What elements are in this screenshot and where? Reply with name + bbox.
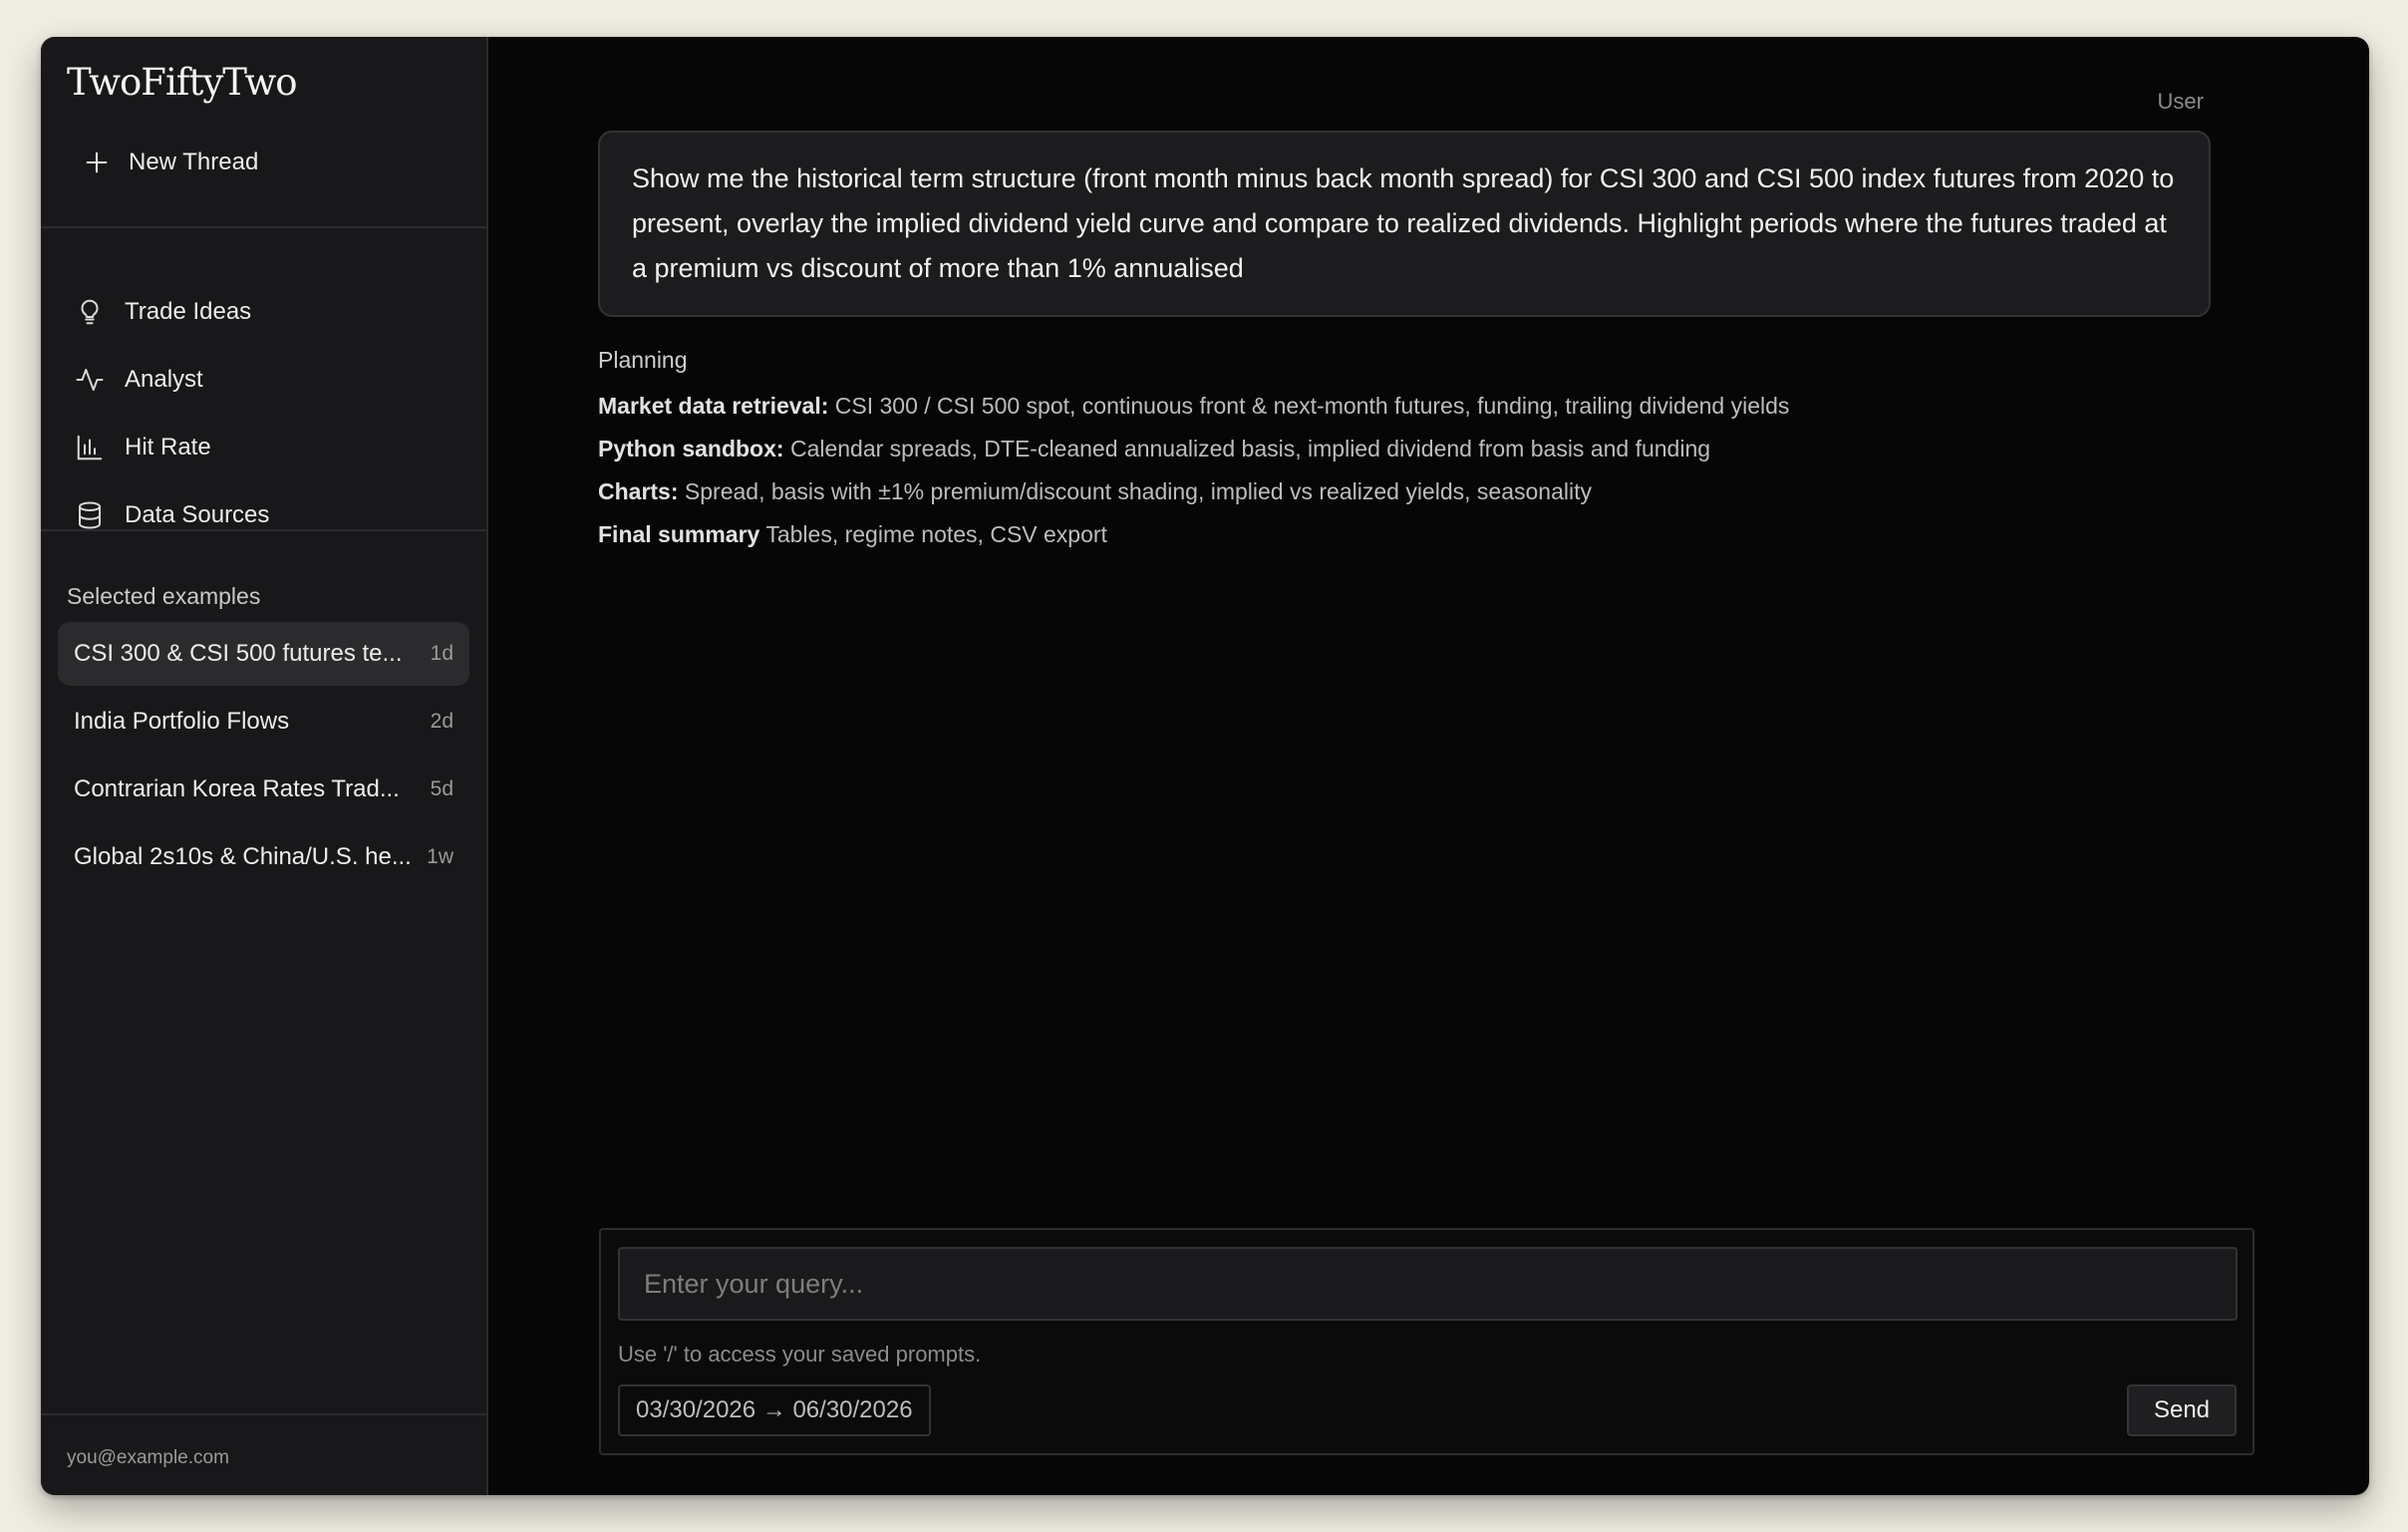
example-age: 2d bbox=[430, 710, 453, 733]
list-item[interactable]: India Portfolio Flows 2d bbox=[58, 690, 469, 754]
sidebar-item-hit-rate[interactable]: Hit Rate bbox=[41, 414, 486, 481]
sidebar-item-data-sources[interactable]: Data Sources bbox=[41, 481, 486, 549]
sidebar-item-label: Analyst bbox=[125, 366, 203, 393]
saved-prompts-hint: Use '/' to access your saved prompts. bbox=[618, 1342, 982, 1367]
plan-step-label: Market data retrieval: bbox=[598, 393, 829, 419]
sidebar-item-label: Trade Ideas bbox=[125, 298, 252, 325]
divider bbox=[41, 226, 486, 228]
plan-step: Final summary Tables, regime notes, CSV … bbox=[598, 513, 1789, 556]
app-window: TwoFiftyTwo New Thread Trade Ideas Analy… bbox=[41, 37, 2369, 1495]
sidebar: TwoFiftyTwo New Thread Trade Ideas Analy… bbox=[41, 37, 488, 1495]
date-range-picker[interactable]: 03/30/2026 → 06/30/2026 bbox=[618, 1384, 931, 1436]
plan-step-label: Final summary bbox=[598, 521, 760, 547]
thread-view: User Show me the historical term structu… bbox=[488, 37, 2369, 1495]
user-message: Show me the historical term structure (f… bbox=[598, 131, 2211, 317]
new-thread-label: New Thread bbox=[129, 149, 259, 175]
example-age: 5d bbox=[430, 777, 453, 800]
sidebar-item-label: Hit Rate bbox=[125, 434, 211, 460]
composer: Use '/' to access your saved prompts. 03… bbox=[599, 1228, 2255, 1455]
examples-section-title: Selected examples bbox=[67, 583, 261, 609]
example-age: 1w bbox=[427, 845, 453, 868]
query-input[interactable] bbox=[618, 1247, 2238, 1321]
plan-step-label: Charts: bbox=[598, 478, 679, 504]
message-author-label: User bbox=[2157, 89, 2204, 114]
brand-logo[interactable]: TwoFiftyTwo bbox=[67, 61, 298, 104]
lightbulb-icon bbox=[81, 299, 99, 325]
plan-step-label: Python sandbox: bbox=[598, 436, 784, 461]
plan-step: Charts: Spread, basis with ±1% premium/d… bbox=[598, 470, 1789, 513]
sidebar-item-label: Data Sources bbox=[125, 501, 270, 528]
bar-chart-icon bbox=[77, 435, 103, 460]
list-item[interactable]: Global 2s10s & China/U.S. he... 1w bbox=[58, 825, 469, 889]
database-icon bbox=[79, 501, 101, 529]
sidebar-item-analyst[interactable]: Analyst bbox=[41, 346, 486, 414]
plan-step: Market data retrieval: CSI 300 / CSI 500… bbox=[598, 385, 1789, 428]
example-title: Global 2s10s & China/U.S. he... bbox=[74, 843, 412, 870]
list-item[interactable]: Contrarian Korea Rates Trad... 5d bbox=[58, 758, 469, 821]
new-thread-button[interactable]: New Thread bbox=[83, 149, 258, 176]
plan-step: Python sandbox: Calendar spreads, DTE-cl… bbox=[598, 428, 1789, 470]
example-title: CSI 300 & CSI 500 futures te... bbox=[74, 640, 403, 667]
sidebar-nav: Trade Ideas Analyst Hit Rate Data Source… bbox=[41, 278, 486, 549]
divider bbox=[41, 1413, 486, 1415]
example-age: 1d bbox=[430, 642, 453, 665]
plan-step-text: CSI 300 / CSI 500 spot, continuous front… bbox=[834, 393, 1790, 419]
plan-step-text: Tables, regime notes, CSV export bbox=[765, 521, 1107, 547]
activity-icon bbox=[76, 369, 104, 391]
plus-icon bbox=[86, 152, 108, 173]
planning-title: Planning bbox=[598, 347, 688, 373]
plan-step-text: Calendar spreads, DTE-cleaned annualized… bbox=[789, 436, 1711, 461]
divider bbox=[41, 529, 486, 531]
example-title: India Portfolio Flows bbox=[74, 708, 290, 735]
plan-step-text: Spread, basis with ±1% premium/discount … bbox=[684, 478, 1592, 504]
list-item[interactable]: CSI 300 & CSI 500 futures te... 1d bbox=[58, 622, 469, 686]
examples-list: CSI 300 & CSI 500 futures te... 1d India… bbox=[58, 622, 469, 893]
planning-block: Planning Market data retrieval: CSI 300 … bbox=[598, 347, 1789, 556]
example-title: Contrarian Korea Rates Trad... bbox=[74, 775, 400, 802]
sidebar-item-trade-ideas[interactable]: Trade Ideas bbox=[41, 278, 486, 346]
user-email[interactable]: you@example.com bbox=[67, 1447, 229, 1469]
send-button[interactable]: Send bbox=[2127, 1384, 2237, 1436]
